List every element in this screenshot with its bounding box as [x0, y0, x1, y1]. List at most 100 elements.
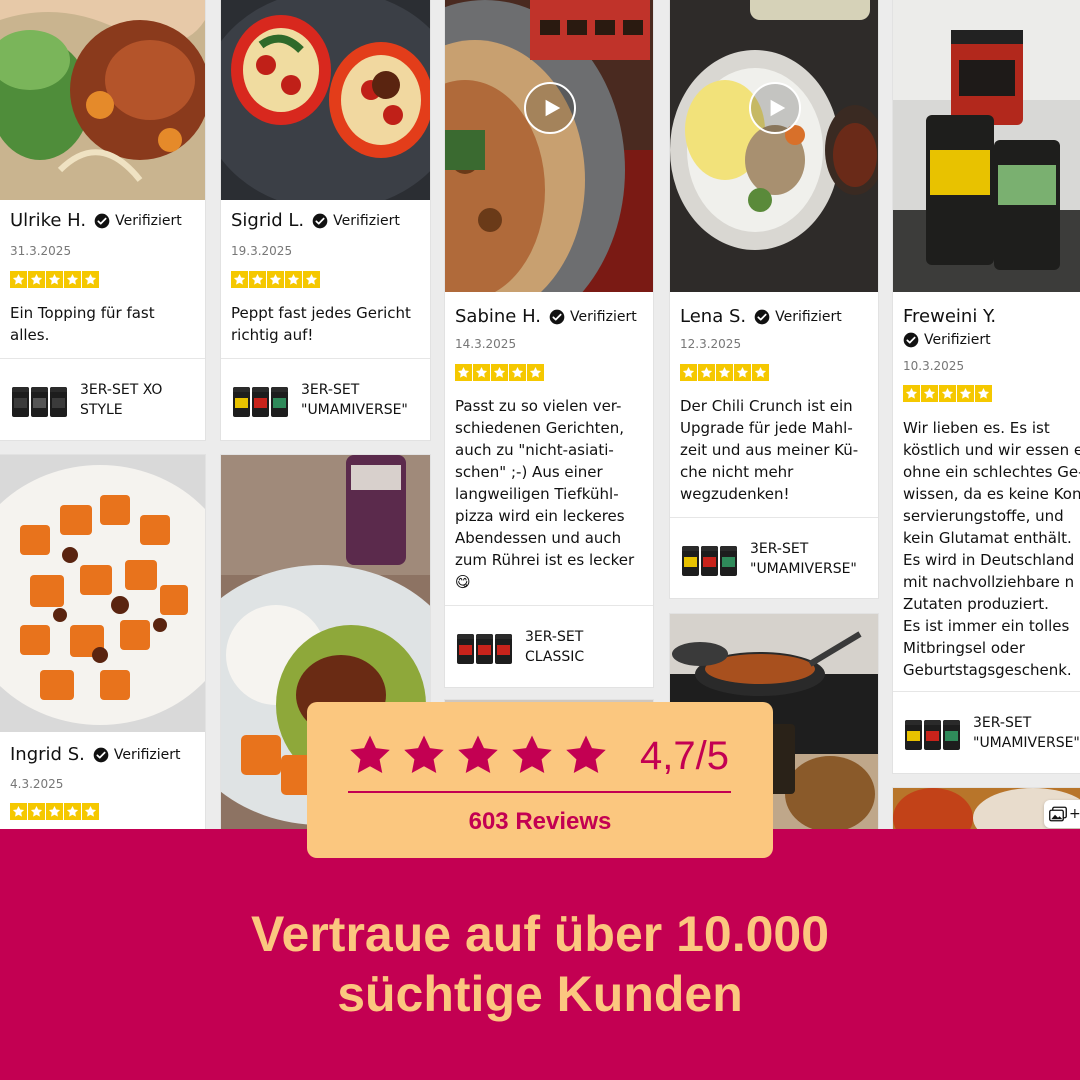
star-icon — [698, 364, 715, 381]
star-rating — [10, 271, 99, 288]
star-rating — [680, 364, 769, 381]
review-text: Wir lieben es. Es ist köstlich und wir e… — [903, 419, 1080, 679]
rating-score: 4,7/5 — [640, 734, 729, 778]
star-icon — [28, 803, 45, 820]
review-card[interactable]: Ingrid S. Verifiziert 4.3.2025 — [0, 455, 205, 830]
reviewer-name: Freweini Y. — [903, 306, 997, 327]
check-badge-icon — [94, 213, 110, 229]
product-link[interactable]: 3ER-SET XO STYLE — [0, 358, 205, 440]
reviewer-name: Sabine H. — [455, 306, 542, 327]
star-icon — [303, 271, 320, 288]
reviewer-header: Sabine H. Verifiziert — [455, 306, 647, 327]
star-icon — [563, 732, 609, 778]
reviewer-header: Ingrid S. Verifiziert — [10, 744, 199, 765]
reviewer-header: Lena S. Verifiziert — [680, 306, 872, 327]
product-thumbnail — [457, 630, 513, 664]
product-name: 3ER-SET "UMAMIVERSE" — [973, 714, 1080, 751]
reviewer-name: Lena S. — [680, 306, 747, 327]
star-icon — [285, 271, 302, 288]
star-icon — [939, 385, 956, 402]
reviews-count: 603 Reviews — [468, 808, 612, 835]
review-photo[interactable] — [893, 0, 1080, 292]
review-date: 10.3.2025 — [903, 359, 965, 373]
check-badge-icon — [754, 309, 770, 325]
star-icon — [716, 364, 733, 381]
review-photo[interactable] — [0, 0, 205, 200]
verified-label: Verifiziert — [115, 212, 182, 229]
star-icon — [957, 385, 974, 402]
star-icon — [347, 732, 393, 778]
verified-label: Verifiziert — [924, 332, 991, 348]
play-icon[interactable] — [524, 82, 576, 134]
rating-summary: 4,7/5 603 Reviews — [307, 702, 773, 858]
gallery-button[interactable]: + — [1044, 800, 1080, 828]
star-icon — [10, 803, 27, 820]
star-icon — [734, 364, 751, 381]
star-icon — [46, 803, 63, 820]
check-badge-icon — [93, 747, 109, 763]
reviewer-header: Freweini Y. — [903, 306, 1080, 327]
review-text: Passt zu so vielen ver- schiedenen Geric… — [455, 397, 635, 591]
product-name: 3ER-SET XO STYLE — [80, 381, 163, 418]
image-gallery-icon — [1049, 806, 1067, 822]
review-text: Peppt fast jedes Gericht richtig auf! — [231, 304, 411, 344]
reviewer-name: Sigrid L. — [231, 210, 305, 231]
banner-headline: Vertraue auf über 10.000 süchtige Kunden — [250, 906, 830, 1022]
review-card[interactable]: Lena S. Verifiziert 12.3.2025 Der Chili … — [670, 0, 878, 598]
product-name: 3ER-SET "UMAMIVERSE" — [750, 540, 857, 577]
review-photo[interactable] — [670, 0, 878, 292]
review-card[interactable]: Ulrike H. Verifiziert 31.3.2025 Ein Topp… — [0, 0, 205, 440]
star-icon — [473, 364, 490, 381]
check-badge-icon — [312, 213, 328, 229]
review-card[interactable]: Sigrid L. Verifiziert 19.3.2025 Peppt fa… — [221, 0, 430, 440]
reviewer-name: Ulrike H. — [10, 210, 87, 231]
product-name: 3ER-SET "UMAMIVERSE" — [301, 381, 408, 418]
verified-label: Verifiziert — [333, 212, 400, 229]
reviewer-header: Ulrike H. Verifiziert — [10, 210, 199, 231]
product-link[interactable]: 3ER-SET "UMAMIVERSE" — [221, 358, 430, 440]
review-date: 31.3.2025 — [10, 244, 72, 258]
star-icon — [975, 385, 992, 402]
star-rating — [231, 271, 320, 288]
product-thumbnail — [682, 542, 738, 576]
star-icon — [231, 271, 248, 288]
gallery-count: + — [1069, 806, 1080, 822]
star-icon — [455, 364, 472, 381]
product-link[interactable]: 3ER-SET "UMAMIVERSE" — [670, 517, 878, 598]
review-photo[interactable] — [0, 455, 205, 732]
star-rating — [455, 364, 544, 381]
product-thumbnail — [233, 383, 289, 417]
check-badge-icon — [549, 309, 565, 325]
product-thumbnail — [905, 716, 961, 750]
review-photo[interactable] — [445, 0, 653, 292]
star-icon — [82, 803, 99, 820]
product-name: 3ER-SET CLASSIC — [525, 628, 585, 665]
star-icon — [491, 364, 508, 381]
verified-label: Verifiziert — [570, 308, 637, 325]
divider — [348, 791, 731, 793]
product-link[interactable]: 3ER-SET CLASSIC — [445, 605, 653, 687]
star-icon — [921, 385, 938, 402]
star-icon — [64, 271, 81, 288]
verified-label: Verifiziert — [775, 308, 842, 325]
product-link[interactable]: 3ER-SET "UMAMIVERSE" — [893, 691, 1080, 773]
review-photo[interactable] — [221, 0, 430, 200]
review-text: Der Chili Crunch ist ein Upgrade für jed… — [680, 397, 859, 503]
review-date: 12.3.2025 — [680, 337, 742, 351]
star-icon — [28, 271, 45, 288]
star-icon — [64, 803, 81, 820]
reviewer-header: Sigrid L. Verifiziert — [231, 210, 424, 231]
play-icon[interactable] — [749, 82, 801, 134]
star-rating — [903, 385, 992, 402]
star-icon — [401, 732, 447, 778]
star-icon — [10, 271, 27, 288]
star-rating — [10, 803, 99, 820]
star-icon — [249, 271, 266, 288]
review-card[interactable]: Sabine H. Verifiziert 14.3.2025 Passt zu… — [445, 0, 653, 687]
star-icon — [455, 732, 501, 778]
review-date: 14.3.2025 — [455, 337, 517, 351]
star-icon — [46, 271, 63, 288]
review-card[interactable]: Freweini Y. Verifiziert 10.3.2025 Wir li… — [893, 0, 1080, 773]
star-icon — [82, 271, 99, 288]
review-date: 4.3.2025 — [10, 777, 64, 791]
